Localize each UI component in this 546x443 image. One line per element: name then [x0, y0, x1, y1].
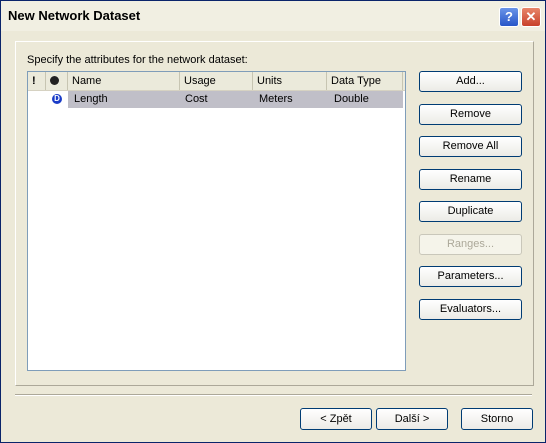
- back-button[interactable]: < Zpět: [300, 408, 372, 430]
- parameters-button[interactable]: Parameters...: [419, 266, 522, 287]
- remove-button[interactable]: Remove: [419, 104, 522, 125]
- column-header-name[interactable]: Name: [68, 72, 180, 90]
- row-units: Meters: [259, 93, 293, 105]
- row-usage: Cost: [185, 93, 208, 105]
- close-button[interactable]: ✕: [521, 7, 541, 27]
- attributes-list[interactable]: ! Name Usage Units Data Type D Length Co…: [27, 71, 406, 371]
- column-header-usage[interactable]: Usage: [180, 72, 253, 90]
- add-button[interactable]: Add...: [419, 71, 522, 92]
- row-data-type: Double: [334, 93, 369, 105]
- footer-separator: [15, 394, 532, 396]
- column-header-default[interactable]: [46, 72, 68, 90]
- rename-button[interactable]: Rename: [419, 169, 522, 190]
- cancel-button[interactable]: Storno: [461, 408, 533, 430]
- dialog-window: New Network Dataset ? ✕ Specify the attr…: [0, 0, 546, 443]
- default-column-icon: [50, 76, 59, 85]
- help-button[interactable]: ?: [499, 7, 519, 27]
- ranges-button[interactable]: Ranges...: [419, 234, 522, 255]
- next-button[interactable]: Další >: [376, 408, 448, 430]
- remove-all-button[interactable]: Remove All: [419, 136, 522, 157]
- title-bar[interactable]: New Network Dataset ? ✕: [1, 1, 545, 31]
- instruction-label: Specify the attributes for the network d…: [27, 54, 248, 66]
- column-header-units[interactable]: Units: [253, 72, 327, 90]
- duplicate-button[interactable]: Duplicate: [419, 201, 522, 222]
- default-attribute-icon: D: [52, 94, 62, 104]
- column-header-data-type[interactable]: Data Type: [327, 72, 403, 90]
- evaluators-button[interactable]: Evaluators...: [419, 299, 522, 320]
- row-name: Length: [74, 93, 108, 105]
- column-header-error[interactable]: !: [28, 72, 46, 90]
- window-title: New Network Dataset: [8, 8, 141, 23]
- list-header: ! Name Usage Units Data Type: [28, 72, 405, 91]
